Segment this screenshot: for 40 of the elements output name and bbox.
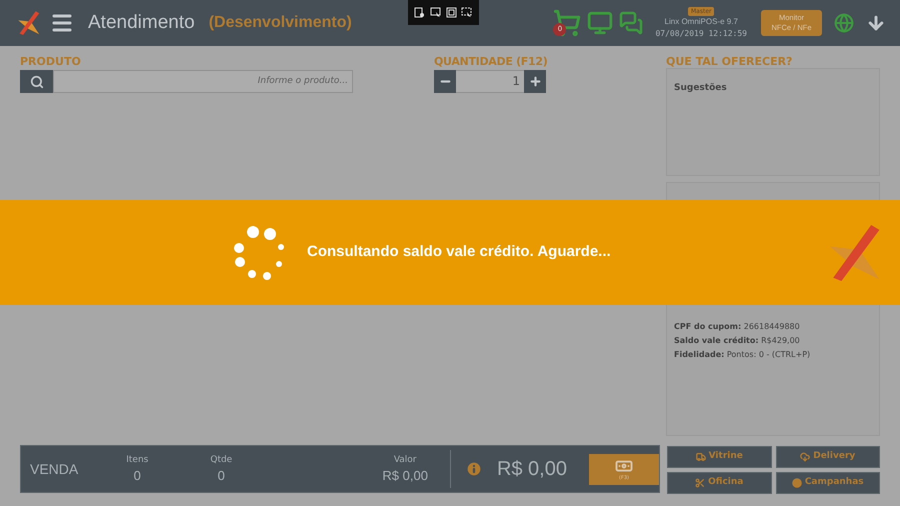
product-label: PRODUTO (20, 55, 82, 69)
stat-value: 0 (134, 467, 141, 485)
page-title: Atendimento (88, 10, 195, 35)
sale-total: R$ 0,00 (496, 457, 567, 482)
pointer-icon (430, 7, 441, 18)
spinner-icon (231, 224, 287, 282)
action-button[interactable]: Oficina (667, 472, 772, 494)
search-button[interactable] (20, 70, 53, 93)
quantity-field: 1 (456, 70, 524, 93)
increase-button[interactable] (524, 70, 546, 93)
action-button[interactable]: Campanhas (776, 472, 880, 494)
stat-label: Itens (126, 454, 148, 467)
date-time: 07/08/2019 12:12:59 (655, 28, 747, 39)
decrease-button[interactable] (434, 70, 456, 93)
plus-icon (528, 75, 542, 88)
stat-value: 0 (218, 467, 225, 485)
stat-label: Qtde (210, 454, 232, 467)
window-icon (446, 7, 457, 18)
stat-label: Valor (394, 454, 416, 467)
region-icon (461, 7, 472, 18)
quantity-label: QUANTIDADE (F12) (434, 55, 546, 69)
circle-icon (792, 478, 802, 488)
cloud-icon (800, 452, 810, 462)
truck-icon (696, 452, 706, 462)
suggestions-heading: Sugestões (674, 83, 727, 93)
scissors-icon (695, 478, 706, 488)
loading-message: Consultando saldo vale crédito. Aguarde... (307, 242, 611, 262)
customer-info-line: CPF do cupom: 26618449880 (674, 321, 801, 333)
sale-title: VENDA (30, 460, 78, 478)
search-icon (30, 74, 44, 88)
download-icon[interactable] (866, 13, 886, 33)
environment-label: (Desenvolvimento) (208, 13, 352, 33)
action-button[interactable]: Vitrine (667, 446, 772, 468)
suggestions-title: QUE TAL OFERECER? (666, 55, 794, 69)
customer-info-line: Fidelidade: Pontos: 0 - (CTRL+P) (674, 349, 812, 361)
customer-info-line: Saldo vale crédito: R$429,00 (674, 335, 801, 347)
action-button[interactable]: Delivery (776, 446, 880, 468)
product-search-field[interactable]: Informe o produto... (53, 70, 353, 93)
stat-value: R$ 0,00 (382, 467, 428, 485)
app-version: Linx OmniPOS-e 9.7 (664, 16, 738, 28)
